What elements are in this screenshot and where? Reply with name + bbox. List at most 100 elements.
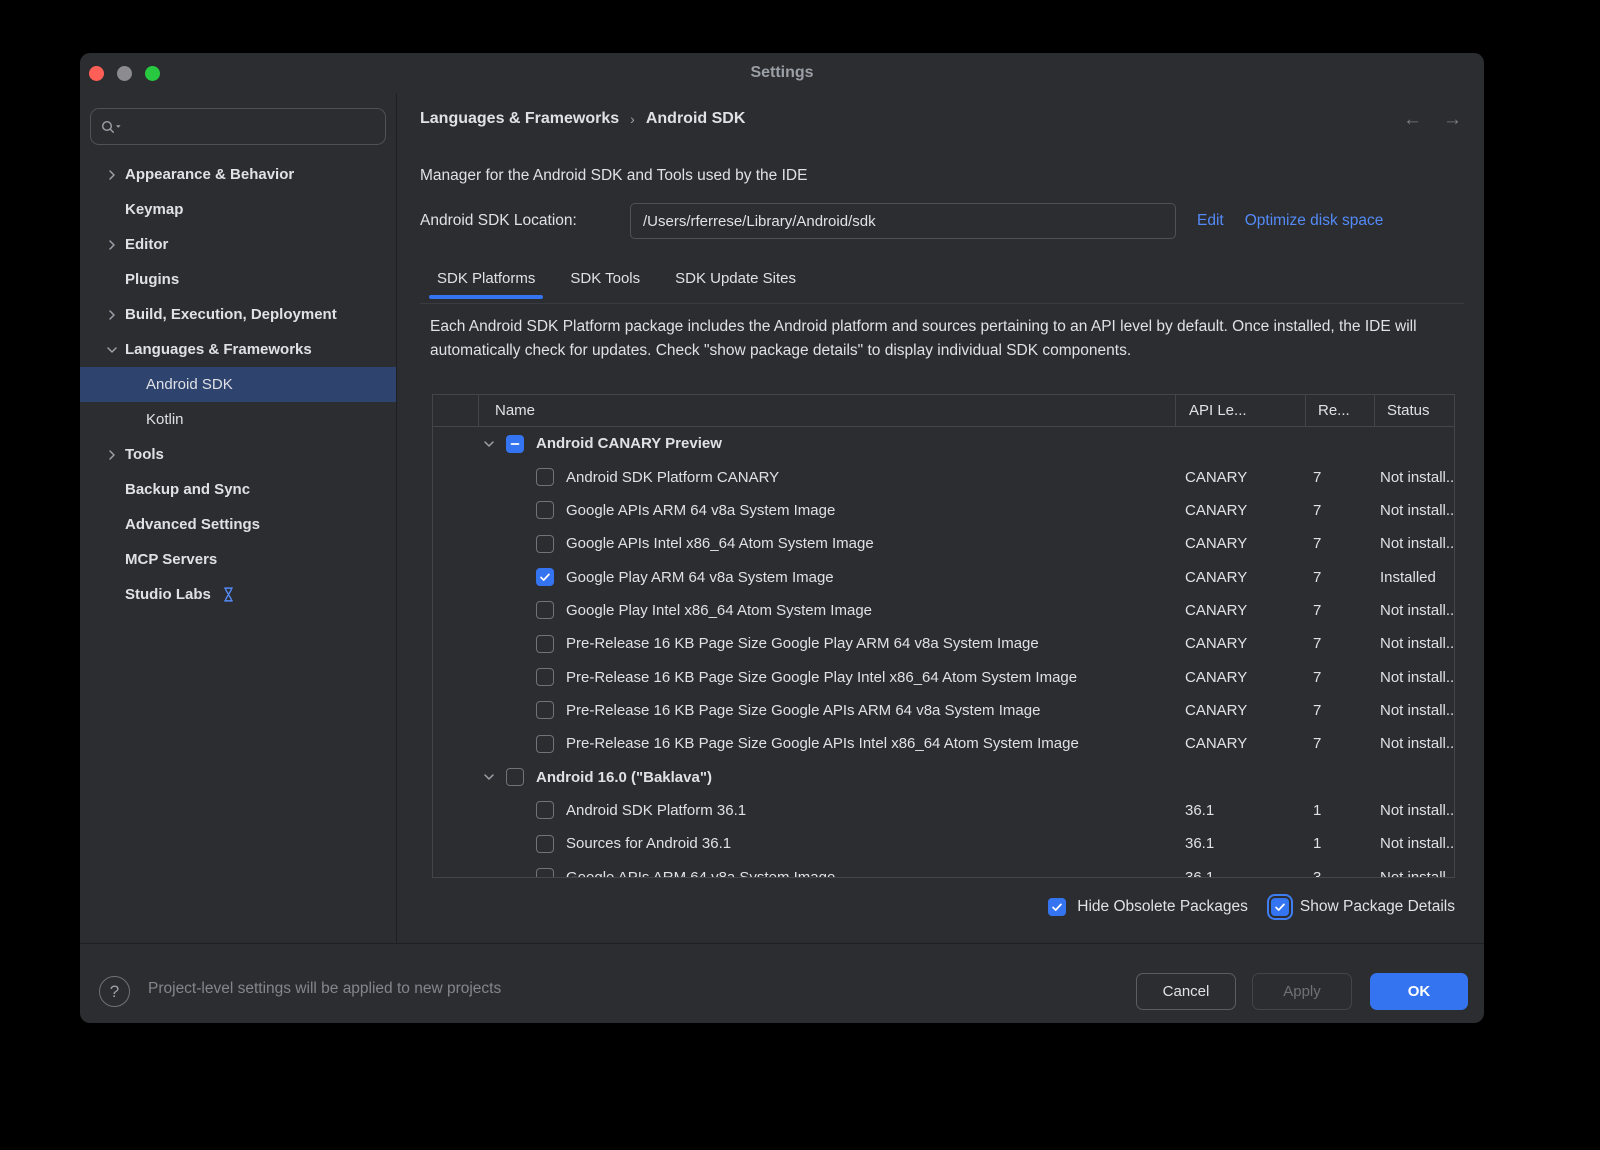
package-checkbox[interactable] [536, 568, 554, 586]
window-title: Settings [80, 53, 1484, 93]
package-name: Android 16.0 ("Baklava") [536, 769, 712, 786]
optimize-disk-space-link[interactable]: Optimize disk space [1245, 212, 1384, 230]
sidebar-item-advanced-settings[interactable]: Advanced Settings [80, 507, 396, 542]
sidebar-item-label: Backup and Sync [125, 481, 250, 498]
search-input[interactable] [129, 118, 376, 135]
table-row-android-sdk-platform-canary[interactable]: Android SDK Platform CANARYCANARY7Not in… [433, 460, 1454, 493]
sidebar-item-label: Build, Execution, Deployment [125, 306, 337, 323]
tab-sdk-platforms[interactable]: SDK Platforms [429, 263, 543, 295]
breadcrumb-languages-frameworks[interactable]: Languages & Frameworks [420, 110, 619, 128]
tab-sdk-tools[interactable]: SDK Tools [562, 263, 648, 295]
back-arrow-icon[interactable]: ← [1403, 109, 1422, 131]
package-checkbox[interactable] [536, 501, 554, 519]
option-show-package-details[interactable]: Show Package Details [1271, 898, 1455, 916]
sidebar-item-label: MCP Servers [125, 551, 217, 568]
table-row-google-play-intel-x86-64-atom-system-image[interactable]: Google Play Intel x86_64 Atom System Ima… [433, 594, 1454, 627]
package-checkbox[interactable] [536, 701, 554, 719]
close-window-button[interactable] [89, 66, 104, 81]
sidebar-item-build-execution-deployment[interactable]: Build, Execution, Deployment [80, 297, 396, 332]
sidebar-item-label: Editor [125, 236, 168, 253]
package-checkbox[interactable] [536, 735, 554, 753]
sidebar-item-studio-labs[interactable]: Studio Labs [80, 577, 396, 612]
table-options: Hide Obsolete Packages Show Package Detai… [1048, 893, 1455, 921]
tab-sdk-update-sites[interactable]: SDK Update Sites [667, 263, 804, 295]
sidebar-item-keymap[interactable]: Keymap [80, 192, 396, 227]
option-hide-obsolete-packages[interactable]: Hide Obsolete Packages [1048, 898, 1248, 916]
package-name: Google Play Intel x86_64 Atom System Ima… [566, 602, 872, 619]
name-cell: Pre-Release 16 KB Page Size Google Play … [433, 635, 1175, 653]
table-row-pre-release-16-kb-page-size-google-play-arm-64-v8a-system-image[interactable]: Pre-Release 16 KB Page Size Google Play … [433, 627, 1454, 660]
cancel-button[interactable]: Cancel [1136, 973, 1236, 1010]
sdk-location-input[interactable] [630, 203, 1176, 239]
settings-window: Settings Appearance & BehaviorKeymap Edit… [80, 53, 1484, 1023]
search-icon [100, 119, 123, 135]
package-checkbox[interactable] [536, 601, 554, 619]
edit-link[interactable]: Edit [1197, 212, 1224, 230]
show-package-details-checkbox[interactable] [1271, 898, 1289, 916]
chevron-down-icon[interactable] [104, 342, 120, 358]
package-checkbox[interactable] [536, 468, 554, 486]
revision-cell: 7 [1305, 602, 1374, 619]
name-cell: Google APIs ARM 64 v8a System Image [433, 868, 1175, 878]
settings-search-box[interactable] [90, 108, 386, 145]
table-row-android-canary-preview[interactable]: Android CANARY Preview [433, 427, 1454, 460]
sidebar-item-appearance-behavior[interactable]: Appearance & Behavior [80, 157, 396, 192]
table-row-sources-for-android-36-1[interactable]: Sources for Android 36.136.11Not install… [433, 827, 1454, 860]
chevron-right-icon[interactable] [104, 167, 120, 183]
zoom-window-button[interactable] [145, 66, 160, 81]
table-row-android-sdk-platform-36-1[interactable]: Android SDK Platform 36.136.11Not instal… [433, 794, 1454, 827]
package-checkbox[interactable] [536, 635, 554, 653]
sidebar-item-kotlin[interactable]: Kotlin [80, 402, 396, 437]
sidebar-item-plugins[interactable]: Plugins [80, 262, 396, 297]
chevron-down-icon[interactable] [481, 436, 497, 452]
api-level-cell: CANARY [1175, 635, 1305, 652]
sidebar-item-editor[interactable]: Editor [80, 227, 396, 262]
chevron-right-icon[interactable] [104, 307, 120, 323]
sidebar-item-android-sdk[interactable]: Android SDK [80, 367, 396, 402]
name-cell: Google Play ARM 64 v8a System Image [433, 568, 1175, 586]
apply-button[interactable]: Apply [1252, 973, 1352, 1010]
sidebar-item-mcp-servers[interactable]: MCP Servers [80, 542, 396, 577]
name-cell: Pre-Release 16 KB Page Size Google APIs … [433, 701, 1175, 719]
package-name: Google APIs ARM 64 v8a System Image [566, 869, 835, 878]
package-checkbox[interactable] [506, 435, 524, 453]
table-row-android-16-0-baklava[interactable]: Android 16.0 ("Baklava") [433, 760, 1454, 793]
column-header-revision: Re... [1305, 395, 1374, 426]
api-level-cell: CANARY [1175, 602, 1305, 619]
package-checkbox[interactable] [536, 801, 554, 819]
status-cell: Not install... [1374, 502, 1454, 519]
sdk-location-label: Android SDK Location: [420, 212, 630, 230]
sidebar: Appearance & BehaviorKeymap Editor Plugins… [80, 93, 397, 943]
flask-icon [220, 586, 237, 603]
forward-arrow-icon[interactable]: → [1443, 109, 1462, 131]
table-row-pre-release-16-kb-page-size-google-play-intel-x86-64-atom-system-image[interactable]: Pre-Release 16 KB Page Size Google Play … [433, 660, 1454, 693]
package-checkbox[interactable] [536, 535, 554, 553]
api-level-cell: 36.1 [1175, 835, 1305, 852]
chevron-right-icon[interactable] [104, 237, 120, 253]
table-row-google-play-arm-64-v8a-system-image[interactable]: Google Play ARM 64 v8a System ImageCANAR… [433, 560, 1454, 593]
chevron-down-icon[interactable] [481, 769, 497, 785]
status-cell: Not install... [1374, 702, 1454, 719]
table-row-google-apis-arm-64-v8a-system-image[interactable]: Google APIs ARM 64 v8a System Image36.13… [433, 860, 1454, 878]
sidebar-item-backup-and-sync[interactable]: Backup and Sync [80, 472, 396, 507]
hide-obsolete-packages-checkbox[interactable] [1048, 898, 1066, 916]
api-level-cell: 36.1 [1175, 802, 1305, 819]
help-icon[interactable]: ? [99, 976, 130, 1007]
revision-cell: 7 [1305, 669, 1374, 686]
sidebar-item-tools[interactable]: Tools [80, 437, 396, 472]
package-checkbox[interactable] [536, 668, 554, 686]
breadcrumb: Languages & Frameworks › Android SDK [420, 110, 745, 128]
package-checkbox[interactable] [536, 868, 554, 878]
minimize-window-button[interactable] [117, 66, 132, 81]
table-row-pre-release-16-kb-page-size-google-apis-arm-64-v8a-system-image[interactable]: Pre-Release 16 KB Page Size Google APIs … [433, 694, 1454, 727]
package-checkbox[interactable] [536, 835, 554, 853]
sidebar-item-languages-frameworks[interactable]: Languages & Frameworks [80, 332, 396, 367]
sdk-location-row: Android SDK Location: Edit Optimize disk… [420, 203, 1383, 239]
table-row-google-apis-arm-64-v8a-system-image[interactable]: Google APIs ARM 64 v8a System ImageCANAR… [433, 494, 1454, 527]
table-row-google-apis-intel-x86-64-atom-system-image[interactable]: Google APIs Intel x86_64 Atom System Ima… [433, 527, 1454, 560]
chevron-right-icon[interactable] [104, 447, 120, 463]
chevron-spacer [104, 587, 120, 603]
ok-button[interactable]: OK [1370, 973, 1468, 1010]
table-row-pre-release-16-kb-page-size-google-apis-intel-x86-64-atom-system-image[interactable]: Pre-Release 16 KB Page Size Google APIs … [433, 727, 1454, 760]
package-checkbox[interactable] [506, 768, 524, 786]
